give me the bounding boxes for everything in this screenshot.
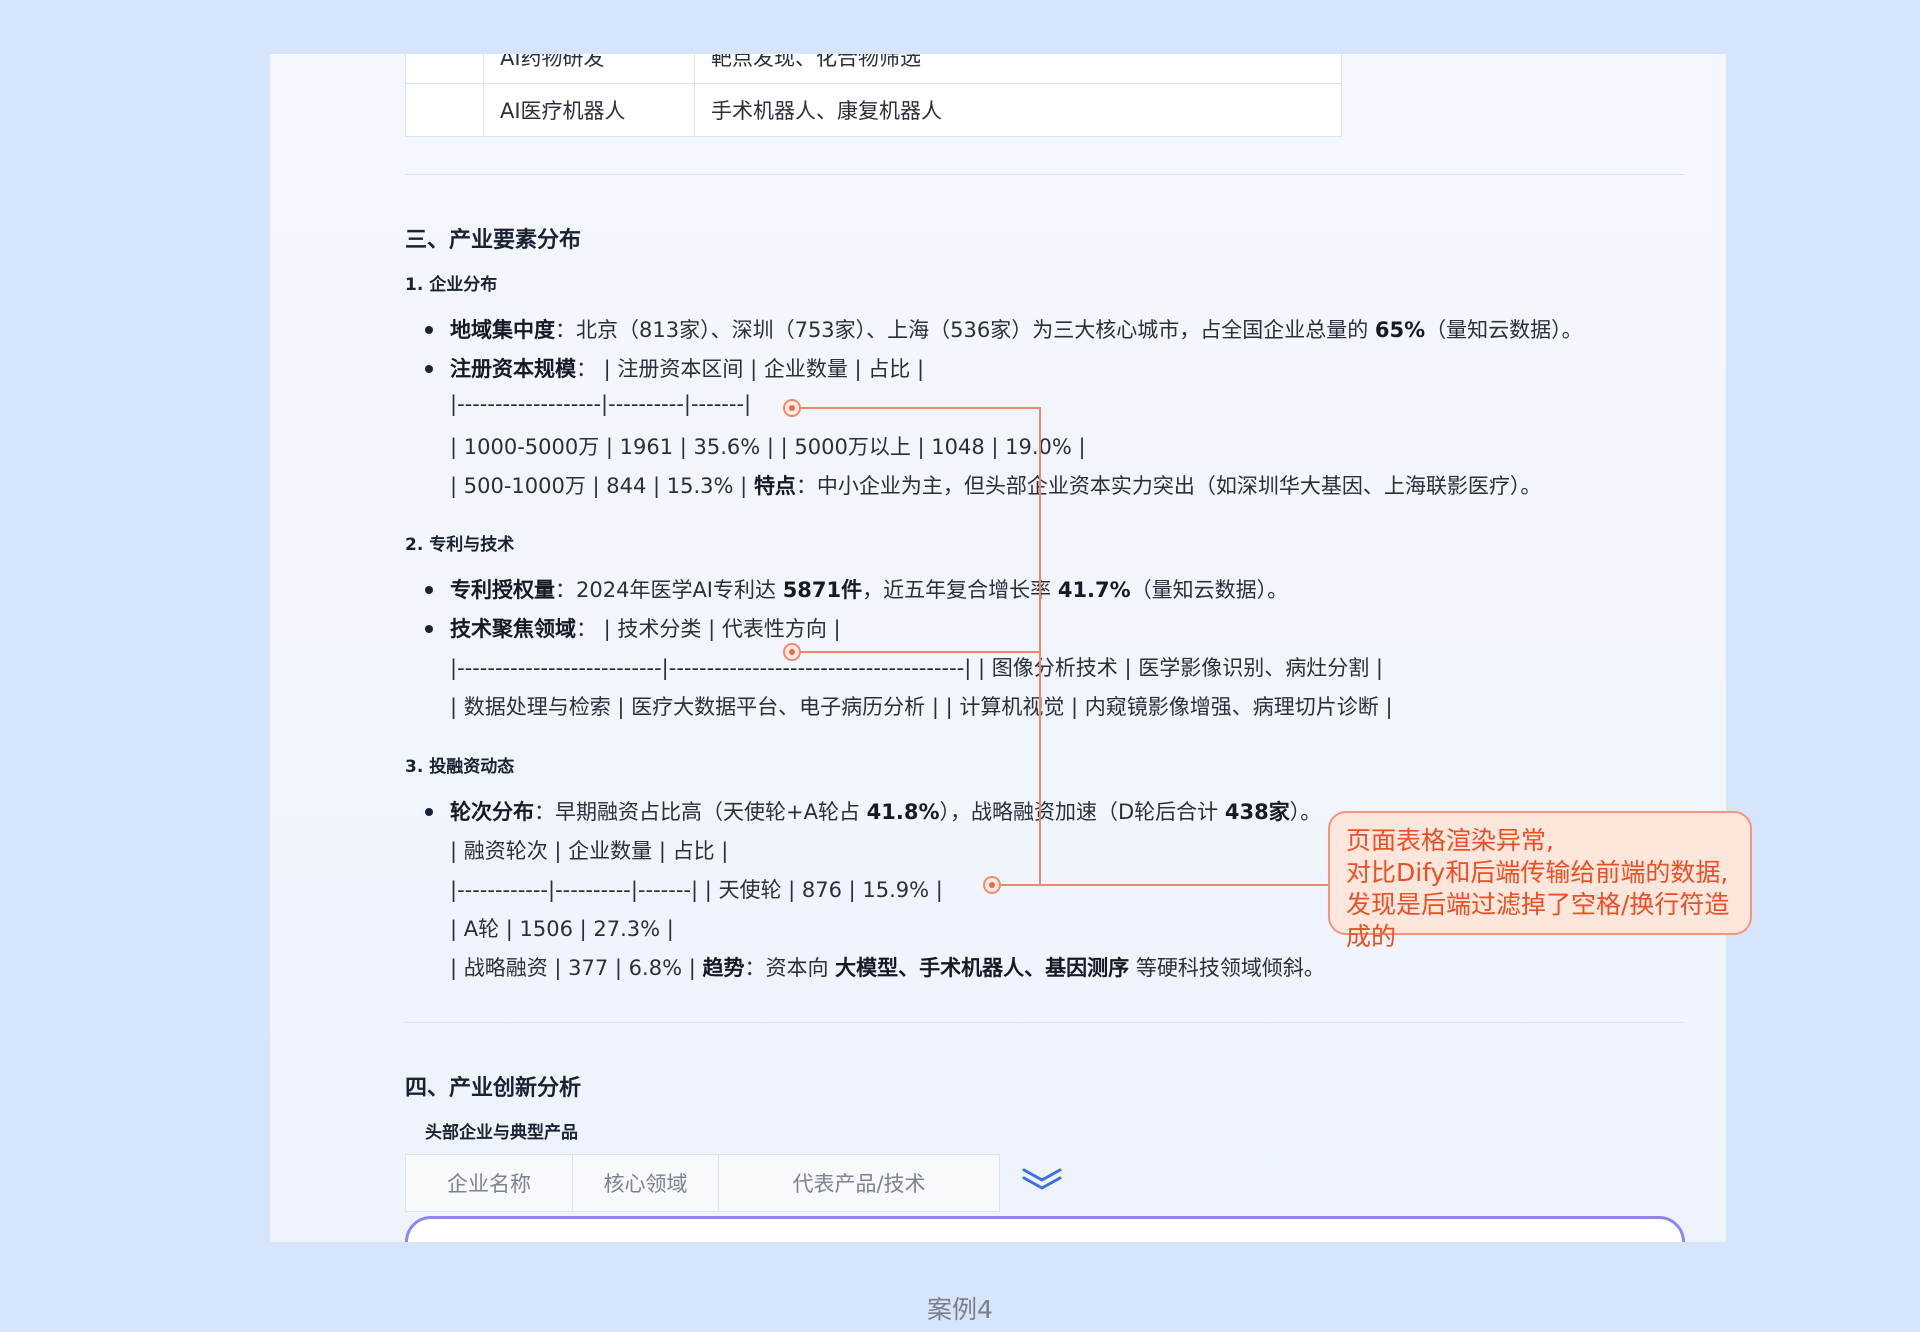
- raw-table-text: | 融资轮次 | 企业数量 | 占比 |: [450, 839, 729, 863]
- table-row: AI药物研发 靶点发现、化合物筛选: [405, 54, 1342, 84]
- divider: [405, 1022, 1685, 1023]
- annotation-dot: [783, 399, 801, 417]
- raw-table-text: |------------|----------|-------| | 天使轮 …: [450, 878, 943, 902]
- figure-caption: 案例4: [927, 1295, 993, 1324]
- raw-table-text: | 战略融资 | 377 | 6.8% | 趋势：资本向 大模型、手术机器人、基…: [450, 956, 1325, 980]
- chat-response-panel: AI药物研发 靶点发现、化合物筛选 AI医疗机器人 手术机器人、康复机器人 三、…: [270, 54, 1726, 1242]
- annotation-connector: [992, 884, 1330, 886]
- annotation-connector: [792, 651, 1041, 653]
- annotation-connector: [1039, 407, 1041, 886]
- annotation-dot: [983, 876, 1001, 894]
- company-table: 企业名称 核心领域 代表产品/技术: [405, 1154, 1000, 1212]
- raw-table-text: | 数据处理与检索 | 医疗大数据平台、电子病历分析 | | 计算机视觉 | 内…: [450, 695, 1393, 719]
- subsection-title: 头部企业与典型产品: [425, 1123, 578, 1143]
- divider: [405, 174, 1685, 175]
- list-item: 专利授权量：2024年医学AI专利达 5871件，近五年复合增长率 41.7%（…: [450, 578, 1289, 602]
- raw-table-text: | 500-1000万 | 844 | 15.3% | 特点：中小企业为主，但头…: [450, 474, 1542, 498]
- chat-input-box[interactable]: [405, 1216, 1685, 1242]
- raw-table-text: | 1000-5000万 | 1961 | 35.6% | | 5000万以上 …: [450, 435, 1086, 459]
- subsection-title: 1. 企业分布: [405, 275, 498, 295]
- subsection-title: 2. 专利与技术: [405, 535, 515, 555]
- table-row: AI医疗机器人 手术机器人、康复机器人: [405, 83, 1342, 137]
- raw-table-text: | A轮 | 1506 | 27.3% |: [450, 917, 674, 941]
- bullet: [425, 365, 433, 373]
- list-item: 注册资本规模： | 注册资本区间 | 企业数量 | 占比 |: [450, 357, 925, 381]
- bullet: [425, 326, 433, 334]
- section-title: 四、产业创新分析: [405, 1076, 582, 1101]
- list-item: 轮次分布：早期融资占比高（天使轮+A轮占 41.8%），战略融资加速（D轮后合计…: [450, 800, 1322, 824]
- bullet: [425, 625, 433, 633]
- scroll-down-chevron-icon[interactable]: [1022, 1166, 1062, 1192]
- annotation-callout: 页面表格渲染异常, 对比Dify和后端传输给前端的数据, 发现是后端过滤掉了空格…: [1328, 811, 1752, 951]
- list-item: 技术聚焦领域： | 技术分类 | 代表性方向 |: [450, 617, 841, 641]
- table-header-row: 企业名称 核心领域 代表产品/技术: [405, 1154, 1000, 1212]
- raw-table-text: |---------------------------|-----------…: [450, 656, 1383, 680]
- section-title: 三、产业要素分布: [405, 228, 582, 253]
- raw-table-text: |-------------------|----------|-------|: [450, 392, 752, 416]
- annotation-connector: [792, 407, 1041, 409]
- subsection-title: 3. 投融资动态: [405, 757, 515, 777]
- annotation-dot: [783, 643, 801, 661]
- industry-table-remnant: AI药物研发 靶点发现、化合物筛选 AI医疗机器人 手术机器人、康复机器人: [405, 54, 1342, 137]
- bullet: [425, 808, 433, 816]
- bullet: [425, 586, 433, 594]
- list-item: 地域集中度：北京（813家）、深圳（753家）、上海（536家）为三大核心城市，…: [450, 318, 1583, 342]
